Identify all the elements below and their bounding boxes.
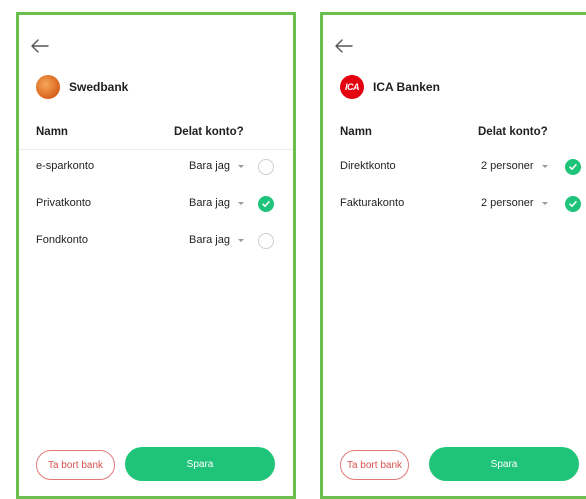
column-header-shared: Delat konto? bbox=[478, 126, 548, 138]
account-name: Direktkonto bbox=[340, 160, 396, 172]
checkmark-icon bbox=[262, 201, 270, 207]
account-checkbox[interactable] bbox=[565, 159, 581, 175]
checkmark-icon bbox=[569, 164, 577, 170]
account-row: Direktkonto 2 personer bbox=[323, 149, 586, 185]
swedbank-logo-icon bbox=[36, 75, 60, 99]
account-name: Fondkonto bbox=[36, 234, 88, 246]
shared-value: 2 personer bbox=[481, 197, 534, 209]
account-row: Fakturakonto 2 personer bbox=[323, 186, 586, 222]
shared-dropdown[interactable]: Bara jag bbox=[189, 160, 244, 172]
shared-dropdown[interactable]: 2 personer bbox=[481, 160, 548, 172]
column-header-shared: Delat konto? bbox=[174, 126, 244, 138]
caret-down-icon bbox=[541, 201, 548, 205]
back-arrow-icon[interactable] bbox=[335, 39, 353, 53]
caret-down-icon bbox=[237, 238, 244, 242]
account-checkbox[interactable] bbox=[565, 196, 581, 212]
checkmark-icon bbox=[569, 201, 577, 207]
account-name: Fakturakonto bbox=[340, 197, 405, 209]
ica-logo-text: ICA bbox=[345, 82, 360, 92]
account-checkbox[interactable] bbox=[258, 159, 274, 175]
column-header-name: Namn bbox=[36, 126, 68, 138]
swedbank-screen: Swedbank Namn Delat konto? e-sparkonto B… bbox=[16, 12, 296, 499]
back-arrow-icon[interactable] bbox=[31, 39, 49, 53]
bank-name: ICA Banken bbox=[373, 80, 440, 94]
save-button[interactable]: Spara bbox=[125, 447, 275, 481]
bank-header: Swedbank bbox=[36, 74, 128, 100]
ica-banken-screen: ICA ICA Banken Namn Delat konto? Direktk… bbox=[320, 12, 586, 499]
caret-down-icon bbox=[541, 164, 548, 168]
shared-dropdown[interactable]: Bara jag bbox=[189, 197, 244, 209]
ica-logo-icon: ICA bbox=[340, 75, 364, 99]
account-name: Privatkonto bbox=[36, 197, 92, 209]
shared-value: Bara jag bbox=[189, 234, 230, 246]
remove-bank-button[interactable]: Ta bort bank bbox=[340, 450, 409, 480]
account-row: e-sparkonto Bara jag bbox=[19, 149, 293, 185]
save-button[interactable]: Spara bbox=[429, 447, 579, 481]
shared-value: 2 personer bbox=[481, 160, 534, 172]
bank-header: ICA ICA Banken bbox=[340, 74, 440, 100]
shared-dropdown[interactable]: Bara jag bbox=[189, 234, 244, 246]
account-checkbox[interactable] bbox=[258, 233, 274, 249]
shared-value: Bara jag bbox=[189, 197, 230, 209]
caret-down-icon bbox=[237, 201, 244, 205]
account-checkbox[interactable] bbox=[258, 196, 274, 212]
account-row: Privatkonto Bara jag bbox=[19, 186, 293, 222]
shared-dropdown[interactable]: 2 personer bbox=[481, 197, 548, 209]
shared-value: Bara jag bbox=[189, 160, 230, 172]
bank-name: Swedbank bbox=[69, 80, 129, 94]
remove-bank-button[interactable]: Ta bort bank bbox=[36, 450, 115, 480]
account-name: e-sparkonto bbox=[36, 160, 95, 172]
column-header-name: Namn bbox=[340, 126, 372, 138]
caret-down-icon bbox=[237, 164, 244, 168]
account-row: Fondkonto Bara jag bbox=[19, 223, 293, 259]
